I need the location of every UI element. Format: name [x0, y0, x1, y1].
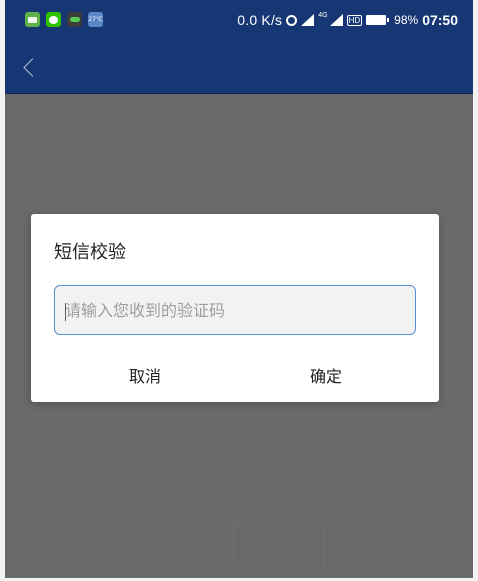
sms-verification-dialog: 短信校验 取消 确定: [31, 214, 439, 402]
signal-icon: [301, 14, 315, 26]
alarm-icon: [286, 14, 298, 26]
clock: 07:50: [422, 12, 458, 28]
weather-icon: 27℃: [88, 12, 103, 27]
verification-code-input[interactable]: [54, 285, 416, 335]
confirm-button[interactable]: 确定: [266, 360, 386, 390]
hd-icon: HD: [346, 14, 363, 26]
owl-icon: [67, 12, 82, 27]
back-button[interactable]: [17, 52, 42, 82]
network-speed: 0.0 K/s: [237, 12, 283, 28]
wechat-icon: [46, 12, 61, 27]
cancel-button[interactable]: 取消: [85, 360, 205, 390]
signal-icon-2: [329, 14, 343, 26]
app-bar: 27℃ 0.0 K/s 4G HD 98% 07:50: [5, 0, 473, 94]
battery-percent: 98%: [394, 13, 419, 27]
battery-icon: [366, 15, 390, 25]
text-cursor: [65, 303, 66, 321]
network-type: 4G: [318, 12, 328, 19]
notification-icons: 27℃: [25, 12, 103, 27]
chevron-left-icon: [22, 57, 42, 77]
status-indicators: 0.0 K/s 4G HD 98% 07:50: [237, 12, 458, 28]
message-icon: [25, 12, 40, 27]
background-button: [233, 523, 325, 570]
dialog-title: 短信校验: [54, 242, 126, 263]
status-bar: 27℃ 0.0 K/s 4G HD 98% 07:50: [5, 0, 473, 42]
